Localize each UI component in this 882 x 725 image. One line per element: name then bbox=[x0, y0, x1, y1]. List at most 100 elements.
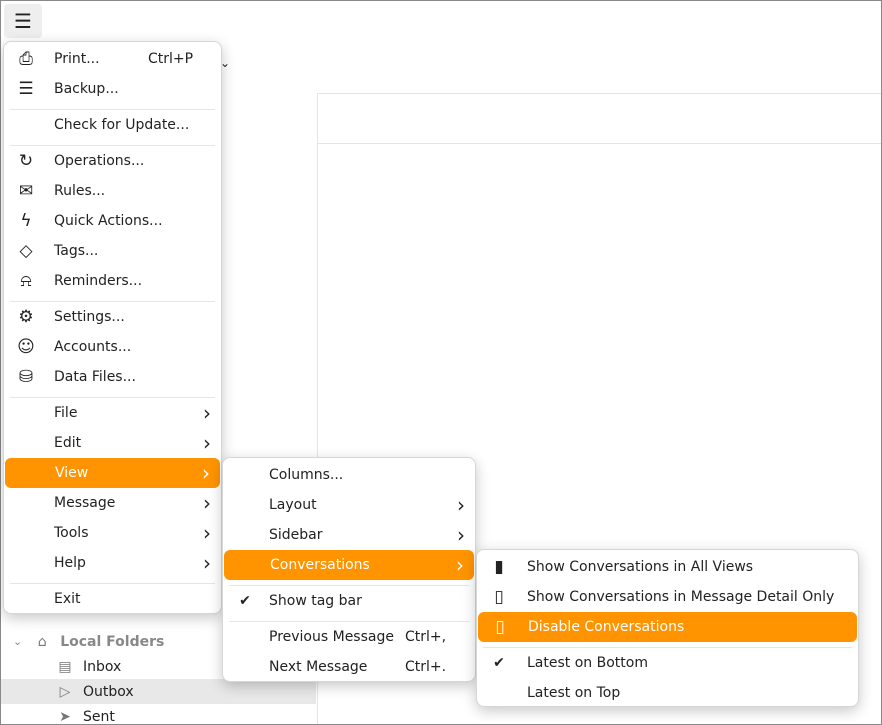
hamburger-icon: ☰ bbox=[14, 9, 32, 33]
menu-item-label: Latest on Top bbox=[527, 685, 621, 701]
menu-item-label: Check for Update... bbox=[54, 117, 190, 133]
menu-item-edit[interactable]: Edit › bbox=[4, 428, 221, 458]
menu-item-conversations[interactable]: Conversations › bbox=[224, 550, 474, 580]
shortcut-label: Ctrl+P bbox=[148, 51, 194, 67]
main-menu: ⎙ Print... Ctrl+P ☰ Backup... Check for Updat… bbox=[3, 41, 222, 614]
conversations-submenu: ▮ Show Conversations in All Views ▯ Show Co… bbox=[476, 549, 859, 707]
rules-icon: ✉ bbox=[18, 181, 34, 201]
shortcut-label: Ctrl+. bbox=[405, 659, 447, 675]
inbox-icon: ▤ bbox=[58, 658, 72, 675]
menu-item-latest-on-bottom[interactable]: ✔ Latest on Bottom bbox=[477, 648, 858, 678]
folder-outbox[interactable]: ▷ Outbox bbox=[1, 679, 316, 704]
menu-item-label: Print... bbox=[54, 51, 100, 67]
menu-item-tools[interactable]: Tools › bbox=[4, 518, 221, 548]
menu-item-exit[interactable]: Exit bbox=[4, 584, 221, 614]
sent-icon: ➤ bbox=[59, 708, 71, 725]
menu-item-sidebar[interactable]: Sidebar › bbox=[223, 520, 475, 550]
checkmark-icon: ✔ bbox=[493, 655, 505, 671]
menu-item-label: Backup... bbox=[54, 81, 119, 97]
folder-sent[interactable]: ➤ Sent bbox=[1, 704, 316, 725]
chevron-right-icon: › bbox=[457, 523, 465, 547]
divider bbox=[317, 143, 881, 144]
menu-item-label: File bbox=[54, 405, 78, 421]
shortcut-label: Ctrl+, bbox=[405, 629, 447, 645]
menu-item-columns[interactable]: Columns... bbox=[223, 460, 475, 490]
menu-item-accounts[interactable]: ☺ Accounts... bbox=[4, 332, 221, 362]
folder-label: Inbox bbox=[83, 658, 122, 675]
menu-item-label: Tools bbox=[54, 525, 89, 541]
chevron-right-icon: › bbox=[457, 493, 465, 517]
menu-item-disable-conversations[interactable]: ▯ Disable Conversations bbox=[478, 612, 857, 642]
menu-item-previous-message[interactable]: Previous Message Ctrl+, bbox=[223, 622, 475, 652]
menu-item-label: Help bbox=[54, 555, 86, 571]
menu-item-label: Reminders... bbox=[54, 273, 143, 289]
menu-item-label: View bbox=[55, 465, 89, 481]
menu-item-label: Latest on Bottom bbox=[527, 655, 648, 671]
menu-item-message[interactable]: Message › bbox=[4, 488, 221, 518]
menu-item-show-conversations-in-message-detail-only[interactable]: ▯ Show Conversations in Message Detail On… bbox=[477, 582, 858, 612]
menu-item-file[interactable]: File › bbox=[4, 398, 221, 428]
menu-item-show-tag-bar[interactable]: ✔ Show tag bar bbox=[223, 586, 475, 616]
menu-item-label: Edit bbox=[54, 435, 82, 451]
menu-item-next-message[interactable]: Next Message Ctrl+. bbox=[223, 652, 475, 682]
menu-item-rules[interactable]: ✉ Rules... bbox=[4, 176, 221, 206]
view-submenu: Columns... Layout › Sidebar › Conversations › ✔… bbox=[222, 457, 476, 682]
menu-item-label: Disable Conversations bbox=[528, 619, 685, 635]
menu-item-label: Columns... bbox=[269, 467, 344, 483]
chevron-down-icon[interactable]: ⌄ bbox=[13, 635, 22, 648]
chevron-right-icon: › bbox=[203, 551, 211, 575]
bell-icon: ⍾ bbox=[20, 271, 32, 291]
lightning-icon: ϟ bbox=[20, 211, 32, 231]
menu-item-label: Tags... bbox=[54, 243, 99, 259]
menu-item-settings[interactable]: ⚙ Settings... bbox=[4, 302, 221, 332]
menu-item-label: Show tag bar bbox=[269, 593, 362, 609]
folder-label: Outbox bbox=[83, 683, 134, 700]
outbox-icon: ▷ bbox=[59, 683, 71, 700]
folder-label: Sent bbox=[83, 708, 115, 725]
menu-item-label: Show Conversations in Message Detail Onl… bbox=[527, 589, 835, 605]
menu-item-label: Sidebar bbox=[269, 527, 323, 543]
chevron-right-icon: › bbox=[202, 461, 210, 485]
divider bbox=[317, 93, 881, 94]
printer-icon: ⎙ bbox=[19, 49, 33, 69]
menu-item-label: Next Message bbox=[269, 659, 368, 675]
checkmark-icon: ✔ bbox=[239, 593, 251, 609]
chevron-right-icon: › bbox=[203, 491, 211, 515]
menu-item-label: Message bbox=[54, 495, 116, 511]
local-folders-label: Local Folders bbox=[60, 633, 165, 650]
chevron-right-icon: › bbox=[456, 553, 464, 577]
menu-item-show-conversations-in-all-views[interactable]: ▮ Show Conversations in All Views bbox=[477, 552, 858, 582]
menu-item-layout[interactable]: Layout › bbox=[223, 490, 475, 520]
chevron-right-icon: › bbox=[203, 401, 211, 425]
chevron-right-icon: › bbox=[203, 521, 211, 545]
menu-item-label: Quick Actions... bbox=[54, 213, 163, 229]
menu-item-reminders[interactable]: ⍾ Reminders... bbox=[4, 266, 221, 296]
menu-item-label: Layout bbox=[269, 497, 317, 513]
menu-item-label: Exit bbox=[54, 591, 81, 607]
menu-item-view[interactable]: View › bbox=[5, 458, 220, 488]
menu-item-label: Data Files... bbox=[54, 369, 136, 385]
menu-item-latest-on-top[interactable]: Latest on Top bbox=[477, 678, 858, 708]
backup-icon: ☰ bbox=[18, 79, 34, 99]
conversations-detail-icon: ▯ bbox=[494, 587, 504, 607]
gear-icon: ⚙ bbox=[18, 307, 34, 327]
database-icon: ⛁ bbox=[18, 367, 34, 387]
menu-item-print[interactable]: ⎙ Print... Ctrl+P bbox=[4, 44, 221, 74]
menu-item-check-for-update[interactable]: Check for Update... bbox=[4, 110, 221, 140]
menu-item-operations[interactable]: ↻ Operations... bbox=[4, 146, 221, 176]
accounts-icon: ☺ bbox=[17, 337, 35, 357]
menu-item-label: Settings... bbox=[54, 309, 125, 325]
menu-item-data-files[interactable]: ⛁ Data Files... bbox=[4, 362, 221, 392]
conversations-off-icon: ▯ bbox=[495, 617, 505, 637]
menu-item-backup[interactable]: ☰ Backup... bbox=[4, 74, 221, 104]
chevron-right-icon: › bbox=[203, 431, 211, 455]
hamburger-menu-button[interactable]: ☰ bbox=[4, 4, 42, 38]
menu-item-tags[interactable]: ◇ Tags... bbox=[4, 236, 221, 266]
menu-item-help[interactable]: Help › bbox=[4, 548, 221, 578]
sync-icon: ↻ bbox=[18, 151, 34, 171]
menu-item-quick-actions[interactable]: ϟ Quick Actions... bbox=[4, 206, 221, 236]
menu-item-label: Operations... bbox=[54, 153, 145, 169]
menu-item-label: Previous Message bbox=[269, 629, 394, 645]
menu-item-label: Accounts... bbox=[54, 339, 132, 355]
home-icon: ⌂ bbox=[37, 633, 47, 650]
